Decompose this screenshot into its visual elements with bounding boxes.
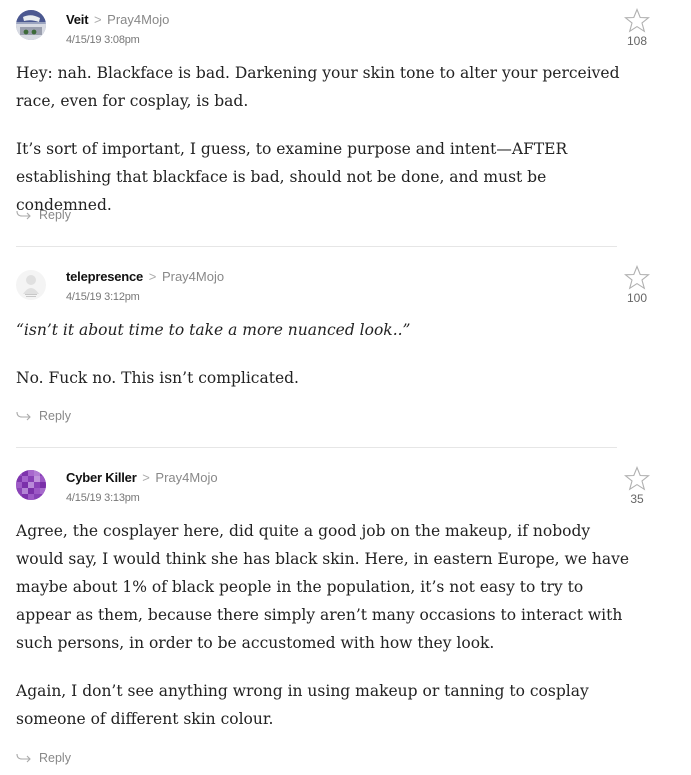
author-name[interactable]: telepresence — [66, 269, 143, 284]
avatar-purple-pixel — [16, 470, 46, 500]
comment-paragraph: Agree, the cosplayer here, did quite a g… — [16, 522, 630, 652]
reply-label: Reply — [39, 208, 71, 222]
comment-divider — [16, 447, 617, 448]
reply-arrow-icon — [16, 411, 31, 421]
comment-body: “isn’t it about time to take a more nuan… — [16, 316, 636, 392]
reply-label: Reply — [39, 409, 71, 423]
reply-button[interactable]: Reply — [16, 409, 71, 423]
comment-body: Hey: nah. Blackface is bad. Darkening yo… — [16, 59, 636, 219]
comment-paragraph: No. Fuck no. This isn’t complicated. — [16, 369, 299, 387]
reply-to-author[interactable]: Pray4Mojo — [162, 269, 224, 284]
star-count: 108 — [626, 34, 648, 48]
star-count: 100 — [626, 291, 648, 305]
reply-arrow-icon — [16, 210, 31, 220]
author-name[interactable]: Veit — [66, 12, 89, 27]
avatar[interactable] — [16, 270, 46, 300]
star-icon[interactable] — [624, 265, 650, 290]
star-icon[interactable] — [624, 8, 650, 33]
avatar[interactable] — [16, 470, 46, 500]
star-vote[interactable]: 100 — [622, 265, 652, 305]
reply-to-chevron-icon: > — [148, 269, 157, 284]
timestamp[interactable]: 4/15/19 3:13pm — [66, 492, 140, 504]
comment-body: Agree, the cosplayer here, did quite a g… — [16, 517, 636, 733]
comment-paragraph: It’s sort of important, I guess, to exam… — [16, 140, 568, 214]
reply-button[interactable]: Reply — [16, 751, 71, 765]
avatar-veit-image — [16, 10, 46, 40]
reply-to-chevron-icon: > — [93, 12, 102, 27]
reply-to-author[interactable]: Pray4Mojo — [155, 470, 217, 485]
comment-quote: “isn’t it about time to take a more nuan… — [16, 321, 411, 339]
timestamp[interactable]: 4/15/19 3:08pm — [66, 34, 140, 46]
comment-divider — [16, 246, 617, 247]
reply-arrow-icon — [16, 753, 31, 763]
star-vote[interactable]: 35 — [622, 466, 652, 506]
reply-button[interactable]: Reply — [16, 208, 71, 222]
reply-label: Reply — [39, 751, 71, 765]
author-name[interactable]: Cyber Killer — [66, 470, 137, 485]
star-icon[interactable] — [624, 466, 650, 491]
reply-to-chevron-icon: > — [142, 470, 150, 485]
star-vote[interactable]: 108 — [622, 8, 652, 48]
author-line: telepresence > Pray4Mojo — [66, 269, 224, 284]
author-line: Veit > Pray4Mojo — [66, 12, 169, 27]
reply-to-author[interactable]: Pray4Mojo — [107, 12, 169, 27]
timestamp[interactable]: 4/15/19 3:12pm — [66, 291, 140, 303]
star-count: 35 — [630, 492, 644, 506]
comment-paragraph: Hey: nah. Blackface is bad. Darkening yo… — [16, 64, 620, 110]
comment-paragraph: Again, I don’t see anything wrong in usi… — [16, 682, 589, 728]
avatar-no-image-placeholder — [16, 270, 46, 300]
avatar[interactable] — [16, 10, 46, 40]
author-line: Cyber Killer > Pray4Mojo — [66, 470, 218, 485]
